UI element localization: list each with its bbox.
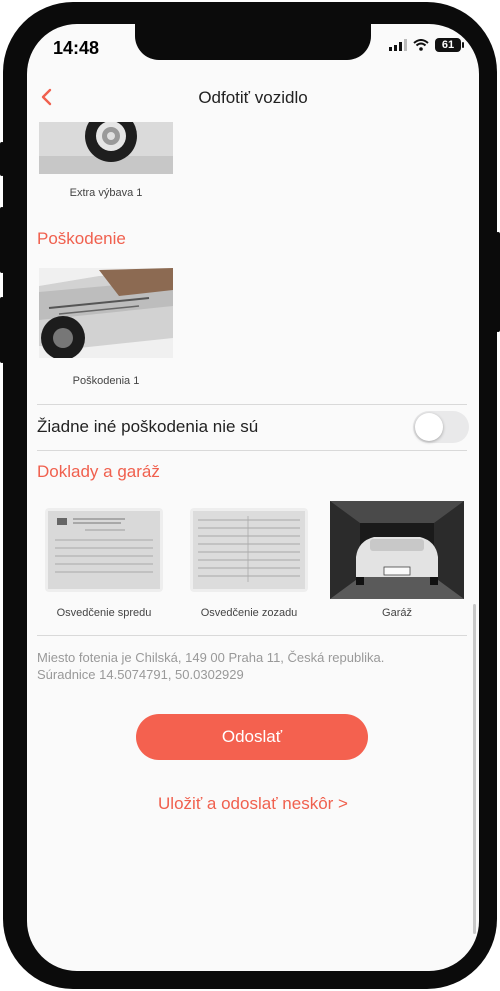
- submit-button[interactable]: Odoslať: [136, 714, 368, 760]
- divider: [37, 450, 467, 451]
- wheel-photo-icon: [39, 110, 173, 174]
- volume-down-button: [0, 297, 4, 363]
- certificate-back-photo[interactable]: [190, 508, 308, 592]
- garage-car-photo-icon: [330, 501, 464, 599]
- status-time: 14:48: [53, 38, 100, 58]
- damage-photo[interactable]: [39, 268, 173, 360]
- signal-icon: [389, 39, 407, 51]
- power-button: [496, 232, 500, 332]
- photo-coordinates-line: Súradnice 14.5074791, 50.0302929: [37, 667, 244, 682]
- no-damage-label: Žiadne iné poškodenia nie sú: [37, 417, 259, 436]
- documents-section-title: Doklady a garáž: [37, 462, 160, 481]
- nav-bar: Odfotiť vozidlo: [27, 84, 479, 116]
- extra-equipment-photo[interactable]: [39, 110, 173, 174]
- certificate-back-caption: Osvedčenie zozadu: [200, 607, 298, 619]
- wifi-icon: [413, 39, 429, 51]
- page-title: Odfotiť vozidlo: [198, 88, 308, 107]
- document-photo-icon: [45, 508, 163, 592]
- photo-location-text: Miesto fotenia je Chilská, 149 00 Praha …: [37, 649, 467, 683]
- notch: [135, 24, 371, 60]
- divider: [37, 404, 467, 405]
- garage-photo[interactable]: [330, 501, 464, 599]
- save-send-later-link[interactable]: Uložiť a odoslať neskôr >: [27, 794, 479, 814]
- screen: 14:48 61 Odfotiť vozidlo Extra výbava 1 …: [27, 24, 479, 971]
- battery-icon: 61: [435, 38, 464, 52]
- photo-location-line: Miesto fotenia je Chilská, 149 00 Praha …: [37, 650, 385, 665]
- certificate-front-photo[interactable]: [45, 508, 163, 592]
- damage-section-title: Poškodenie: [37, 229, 126, 248]
- damage-caption: Poškodenia 1: [72, 375, 140, 387]
- garage-caption: Garáž: [382, 607, 412, 619]
- toggle-knob: [415, 413, 443, 441]
- status-icons: 61: [389, 38, 464, 52]
- divider: [37, 635, 467, 636]
- document-photo-icon: [190, 508, 308, 592]
- phone-frame: 14:48 61 Odfotiť vozidlo Extra výbava 1 …: [0, 2, 500, 989]
- extra-equipment-caption: Extra výbava 1: [69, 187, 143, 199]
- scrollbar[interactable]: [473, 604, 476, 934]
- no-damage-toggle[interactable]: [413, 411, 469, 443]
- mute-switch: [0, 142, 4, 176]
- car-damage-photo-icon: [39, 268, 173, 360]
- certificate-front-caption: Osvedčenie spredu: [56, 607, 152, 619]
- volume-up-button: [0, 207, 4, 273]
